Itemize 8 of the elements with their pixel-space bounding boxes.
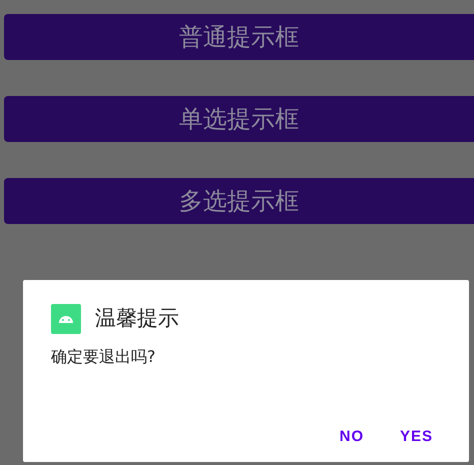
menu-button[interactable]: 多选提示框	[4, 178, 474, 224]
dialog-title: 温馨提示	[95, 305, 179, 332]
menu-button[interactable]: 单选提示框	[4, 96, 474, 142]
dialog-message: 确定要退出吗?	[51, 346, 156, 368]
dialog-action-button[interactable]: NO	[335, 424, 368, 450]
android-icon	[51, 304, 81, 334]
dialog-action-button[interactable]: YES	[396, 424, 437, 450]
menu-button[interactable]: 普通提示框	[4, 14, 474, 60]
